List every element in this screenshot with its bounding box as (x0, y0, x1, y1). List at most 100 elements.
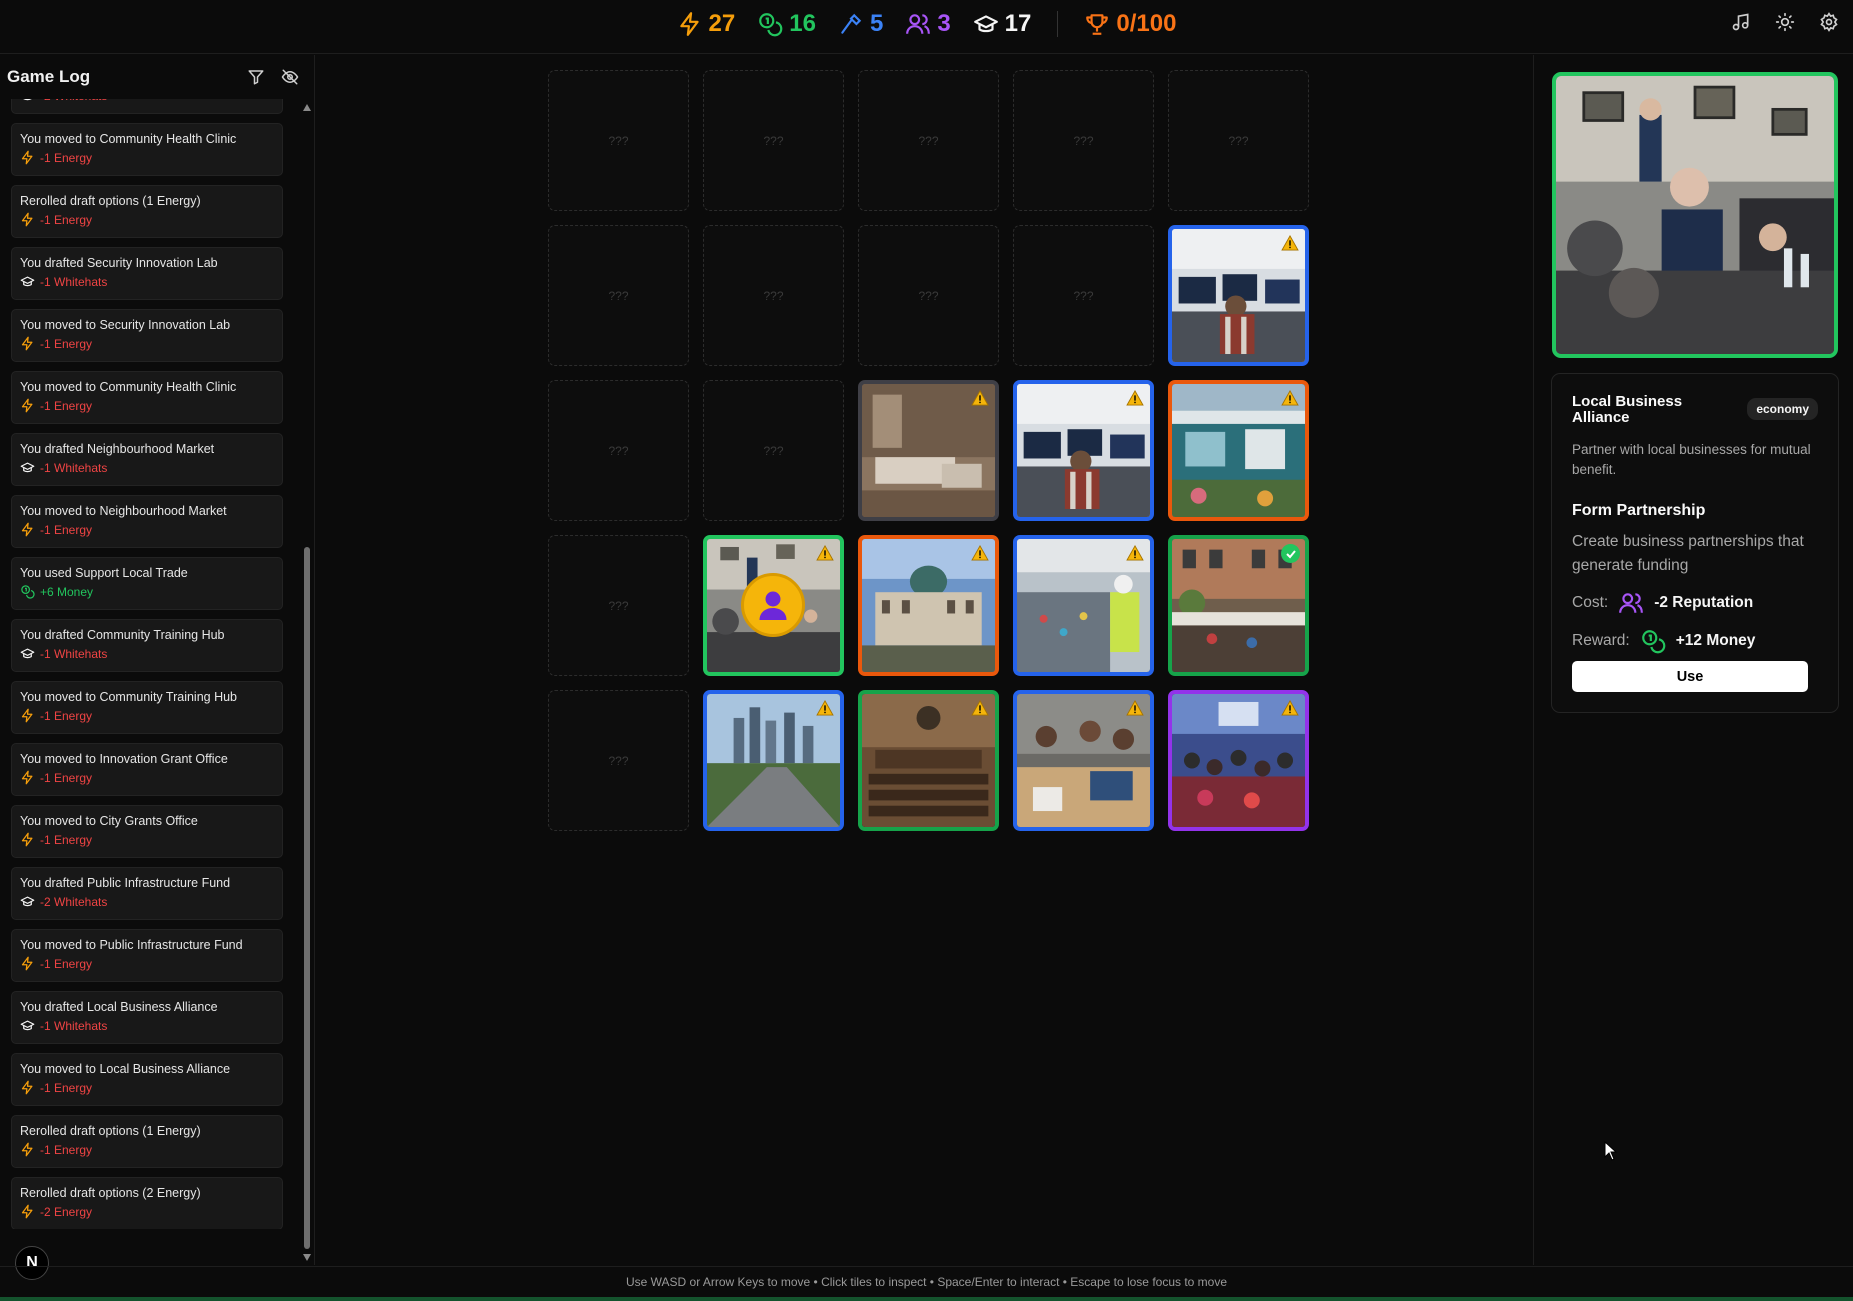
money-value: 16 (789, 10, 816, 37)
revealed-tile[interactable] (1168, 380, 1309, 521)
log-entry: You moved to Local Business Alliance -1 E… (11, 1053, 283, 1106)
hidden-tile[interactable]: ??? (858, 225, 999, 366)
revealed-tile[interactable] (1168, 690, 1309, 831)
revealed-tile[interactable] (858, 380, 999, 521)
hidden-tile-label: ??? (1073, 133, 1094, 148)
hidden-tile-label: ??? (763, 443, 784, 458)
log-entry-cost: -1 Energy (20, 336, 274, 351)
hidden-tile[interactable]: ??? (1013, 70, 1154, 211)
hidden-tile[interactable]: ??? (548, 535, 689, 676)
log-entry-cost-value: -2 Energy (40, 1204, 93, 1219)
log-entry-cost: -1 Whitehats (20, 1018, 274, 1033)
log-entry: You drafted Public Infrastructure Fund -2… (11, 867, 283, 920)
hidden-tile[interactable]: ??? (548, 380, 689, 521)
log-entry-text: You moved to Community Training Hub (20, 690, 238, 704)
whitehats-icon (20, 276, 35, 287)
warning-icon (971, 390, 989, 406)
log-entry-cost: -1 Energy (20, 522, 274, 537)
log-entry-text: Rerolled draft options (2 Energy) (20, 1186, 201, 1200)
log-entry-text: You moved to Community Health Clinic (20, 380, 237, 394)
log-entry-cost-value: -1 Whitehats (40, 460, 108, 475)
energy-icon (21, 832, 33, 847)
scroll-up-arrow[interactable] (303, 104, 311, 111)
hidden-tile[interactable]: ??? (703, 225, 844, 366)
revealed-tile[interactable] (1168, 225, 1309, 366)
revealed-tile[interactable] (703, 535, 844, 676)
log-entry-cost-value: -2 Whitehats (40, 99, 107, 103)
revealed-tile[interactable] (1013, 380, 1154, 521)
reputation-icon (906, 14, 931, 34)
log-entry-cost-value: -2 Whitehats (40, 894, 108, 909)
hidden-tile-label: ??? (918, 288, 939, 303)
music-icon[interactable] (1731, 12, 1751, 32)
energy-icon (21, 1142, 33, 1157)
log-entry: You moved to Neighbourhood Market -1 Ener… (11, 495, 283, 548)
tools-stat: 5 (838, 10, 883, 38)
hidden-tile[interactable]: ??? (1013, 225, 1154, 366)
hidden-tile-label: ??? (608, 288, 629, 303)
log-entry: You moved to Public Infrastructure Fund -… (11, 929, 283, 982)
sidebar-tools (247, 68, 299, 86)
hidden-tile[interactable]: ??? (703, 380, 844, 521)
hidden-tile[interactable]: ??? (548, 70, 689, 211)
scroll-thumb[interactable] (304, 547, 310, 1249)
revealed-tile[interactable] (1168, 535, 1309, 676)
settings-icon[interactable] (1819, 12, 1839, 32)
hidden-tile[interactable]: ??? (1168, 70, 1309, 211)
log-entry: You moved to Security Innovation Lab -1 E… (11, 309, 283, 362)
log-entry-cost: -1 Energy (20, 1080, 274, 1095)
whitehats-icon (20, 896, 35, 907)
score-value: 0/100 (1116, 10, 1177, 37)
log-scrollbar[interactable] (302, 99, 312, 1264)
log-entry-cost-value: -1 Whitehats (40, 274, 108, 289)
hidden-tile-label: ??? (918, 133, 939, 148)
reputation-stat: 3 (905, 10, 951, 38)
log-entry-cost-value: -1 Energy (40, 708, 93, 723)
log-entry-cost: -1 Energy (20, 832, 274, 847)
log-entry-text: You moved to Neighbourhood Market (20, 504, 227, 518)
scroll-down-arrow[interactable] (303, 1254, 311, 1261)
money-icon (759, 13, 783, 37)
check-icon (1281, 544, 1300, 563)
game-log-sidebar: Game Log You drafted Community Health Cl… (0, 55, 315, 1265)
category-tag: economy (1747, 398, 1818, 420)
log-entry-cost: -2 Whitehats (20, 894, 274, 909)
log-entry-text: You moved to Community Health Clinic (20, 132, 237, 146)
hidden-tile-label: ??? (608, 598, 629, 613)
filter-icon[interactable] (247, 68, 265, 86)
revealed-tile[interactable] (1013, 535, 1154, 676)
log-entry-cost: -2 Whitehats (20, 99, 274, 103)
top-icons (1731, 12, 1839, 32)
log-entry-text: You used Support Local Trade (20, 566, 188, 580)
log-entry-cost-value: -1 Energy (40, 1142, 93, 1157)
money-stat: 16 (757, 10, 816, 38)
revealed-tile[interactable] (703, 690, 844, 831)
log-entry: You moved to Community Training Hub -1 En… (11, 681, 283, 734)
log-entry-text: You moved to Public Infrastructure Fund (20, 938, 243, 952)
revealed-tile[interactable] (1013, 690, 1154, 831)
eye-off-icon[interactable] (281, 68, 299, 86)
use-button[interactable]: Use (1572, 661, 1808, 692)
log-entry: You moved to Innovation Grant Office -1 E… (11, 743, 283, 796)
hidden-tile-label: ??? (1073, 288, 1094, 303)
log-entry-cost: -1 Whitehats (20, 460, 274, 475)
revealed-tile[interactable] (858, 535, 999, 676)
hidden-tile[interactable]: ??? (703, 70, 844, 211)
whitehats-icon (20, 1020, 35, 1031)
log-entry-cost: -1 Energy (20, 708, 274, 723)
log-entry: Rerolled draft options (1 Energy) -1 Ener… (11, 185, 283, 238)
log-entry-cost-value: -1 Whitehats (40, 1018, 108, 1033)
sidebar-title: Game Log (7, 67, 91, 86)
tile-info-card: Local Business Alliance economy Partner … (1551, 373, 1839, 713)
log-entry-cost: -1 Whitehats (20, 646, 274, 661)
log-entry-cost: -1 Energy (20, 956, 274, 971)
hidden-tile[interactable]: ??? (858, 70, 999, 211)
log-list[interactable]: You drafted Community Health Clinic-2 Wh… (11, 99, 283, 1229)
sun-icon[interactable] (1775, 12, 1795, 32)
hidden-tile[interactable]: ??? (548, 690, 689, 831)
revealed-tile[interactable] (858, 690, 999, 831)
log-entry: You used Support Local Trade +6 Money (11, 557, 283, 610)
whitehats-stat: 17 (973, 10, 1031, 38)
log-entry: You moved to Community Health Clinic -1 E… (11, 123, 283, 176)
hidden-tile[interactable]: ??? (548, 225, 689, 366)
